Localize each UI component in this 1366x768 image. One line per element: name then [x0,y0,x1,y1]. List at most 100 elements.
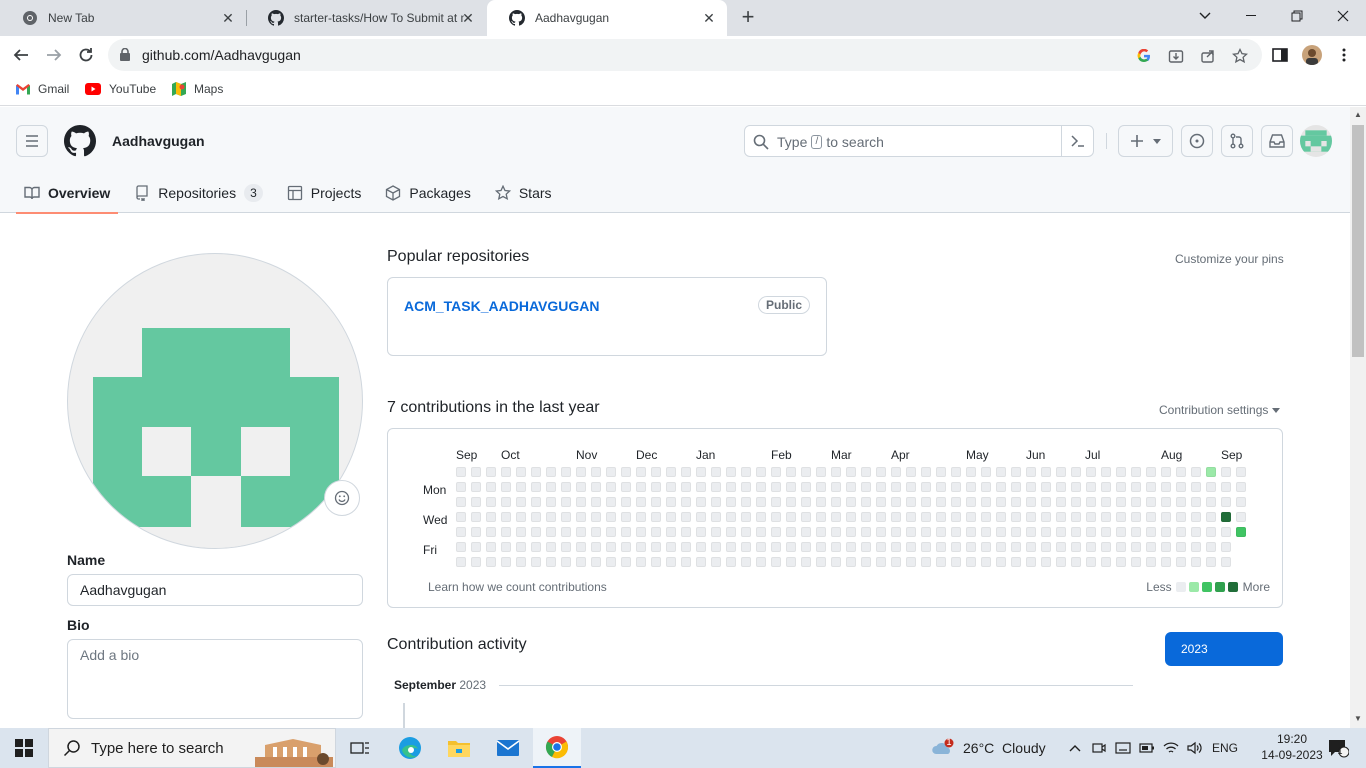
contribution-day-cell[interactable] [966,527,976,537]
contribution-day-cell[interactable] [696,467,706,477]
contribution-day-cell[interactable] [786,467,796,477]
contribution-day-cell[interactable] [861,482,871,492]
contribution-day-cell[interactable] [1206,467,1216,477]
contribution-day-cell[interactable] [591,482,601,492]
contribution-day-cell[interactable] [1056,542,1066,552]
contribution-day-cell[interactable] [606,527,616,537]
contribution-day-cell[interactable] [891,542,901,552]
contribution-day-cell[interactable] [561,467,571,477]
contribution-day-cell[interactable] [741,467,751,477]
year-2023-button[interactable]: 2023 [1165,632,1283,666]
contribution-day-cell[interactable] [1206,482,1216,492]
browser-tab-aadhavgugan[interactable]: Aadhavgugan ✕ [487,0,727,36]
contribution-day-cell[interactable] [546,467,556,477]
bookmark-star-icon[interactable] [1231,47,1249,65]
new-tab-button[interactable]: + [736,6,760,30]
contribution-day-cell[interactable] [936,527,946,537]
contribution-day-cell[interactable] [726,482,736,492]
edge-icon[interactable] [386,728,434,768]
contribution-day-cell[interactable] [501,482,511,492]
contribution-day-cell[interactable] [1116,497,1126,507]
contribution-day-cell[interactable] [1026,512,1036,522]
contribution-day-cell[interactable] [906,497,916,507]
contribution-day-cell[interactable] [1221,527,1231,537]
contribution-day-cell[interactable] [1026,557,1036,567]
mail-icon[interactable] [484,728,532,768]
contribution-day-cell[interactable] [531,467,541,477]
create-new-button[interactable] [1118,125,1173,157]
contribution-day-cell[interactable] [1026,527,1036,537]
contribution-day-cell[interactable] [666,512,676,522]
contribution-day-cell[interactable] [861,467,871,477]
contribution-day-cell[interactable] [621,482,631,492]
contribution-day-cell[interactable] [801,542,811,552]
contribution-day-cell[interactable] [561,542,571,552]
contribution-day-cell[interactable] [1206,512,1216,522]
contribution-day-cell[interactable] [501,467,511,477]
contribution-day-cell[interactable] [501,497,511,507]
contribution-day-cell[interactable] [1101,542,1111,552]
contribution-day-cell[interactable] [816,557,826,567]
contribution-day-cell[interactable] [1176,557,1186,567]
contribution-day-cell[interactable] [906,557,916,567]
contribution-day-cell[interactable] [1056,527,1066,537]
contribution-day-cell[interactable] [456,467,466,477]
contribution-day-cell[interactable] [636,557,646,567]
contribution-day-cell[interactable] [741,542,751,552]
contribution-day-cell[interactable] [906,482,916,492]
contribution-day-cell[interactable] [816,467,826,477]
contribution-day-cell[interactable] [696,527,706,537]
contribution-day-cell[interactable] [456,497,466,507]
share-icon[interactable] [1199,47,1217,65]
contribution-day-cell[interactable] [816,527,826,537]
contribution-day-cell[interactable] [531,542,541,552]
contribution-day-cell[interactable] [471,482,481,492]
contribution-day-cell[interactable] [846,467,856,477]
contribution-day-cell[interactable] [546,497,556,507]
bio-field[interactable]: Add a bio [67,639,363,719]
contribution-day-cell[interactable] [471,512,481,522]
contribution-day-cell[interactable] [996,467,1006,477]
contribution-day-cell[interactable] [636,527,646,537]
contribution-day-cell[interactable] [1146,467,1156,477]
contribution-day-cell[interactable] [696,512,706,522]
contribution-day-cell[interactable] [576,542,586,552]
address-bar[interactable]: github.com/Aadhavgugan [108,39,1262,71]
contribution-day-cell[interactable] [831,542,841,552]
scroll-down-arrow-icon[interactable]: ▼ [1354,715,1362,723]
contribution-day-cell[interactable] [1236,482,1246,492]
contribution-day-cell[interactable] [891,527,901,537]
contribution-day-cell[interactable] [846,512,856,522]
contribution-day-cell[interactable] [636,542,646,552]
contribution-day-cell[interactable] [486,482,496,492]
contribution-day-cell[interactable] [771,557,781,567]
contribution-day-cell[interactable] [726,497,736,507]
contribution-day-cell[interactable] [1176,482,1186,492]
contribution-day-cell[interactable] [1101,527,1111,537]
contribution-day-cell[interactable] [801,557,811,567]
contribution-day-cell[interactable] [546,512,556,522]
contribution-day-cell[interactable] [711,467,721,477]
contribution-day-cell[interactable] [1086,482,1096,492]
weather-text[interactable]: 26°C Cloudy [963,740,1046,756]
contribution-day-cell[interactable] [681,557,691,567]
contribution-day-cell[interactable] [1161,542,1171,552]
contribution-day-cell[interactable] [951,542,961,552]
contribution-day-cell[interactable] [1236,512,1246,522]
contribution-day-cell[interactable] [906,542,916,552]
task-view-icon[interactable] [336,728,384,768]
contribution-day-cell[interactable] [1086,557,1096,567]
url-text[interactable]: github.com/Aadhavgugan [142,47,301,63]
contribution-day-cell[interactable] [456,482,466,492]
contribution-day-cell[interactable] [936,557,946,567]
contribution-day-cell[interactable] [1206,497,1216,507]
contribution-day-cell[interactable] [711,497,721,507]
contribution-day-cell[interactable] [636,467,646,477]
contribution-day-cell[interactable] [1221,542,1231,552]
contribution-day-cell[interactable] [876,527,886,537]
contribution-day-cell[interactable] [516,512,526,522]
contribution-day-cell[interactable] [981,512,991,522]
side-panel-icon[interactable] [1270,45,1290,65]
contribution-day-cell[interactable] [996,542,1006,552]
contribution-day-cell[interactable] [1116,527,1126,537]
